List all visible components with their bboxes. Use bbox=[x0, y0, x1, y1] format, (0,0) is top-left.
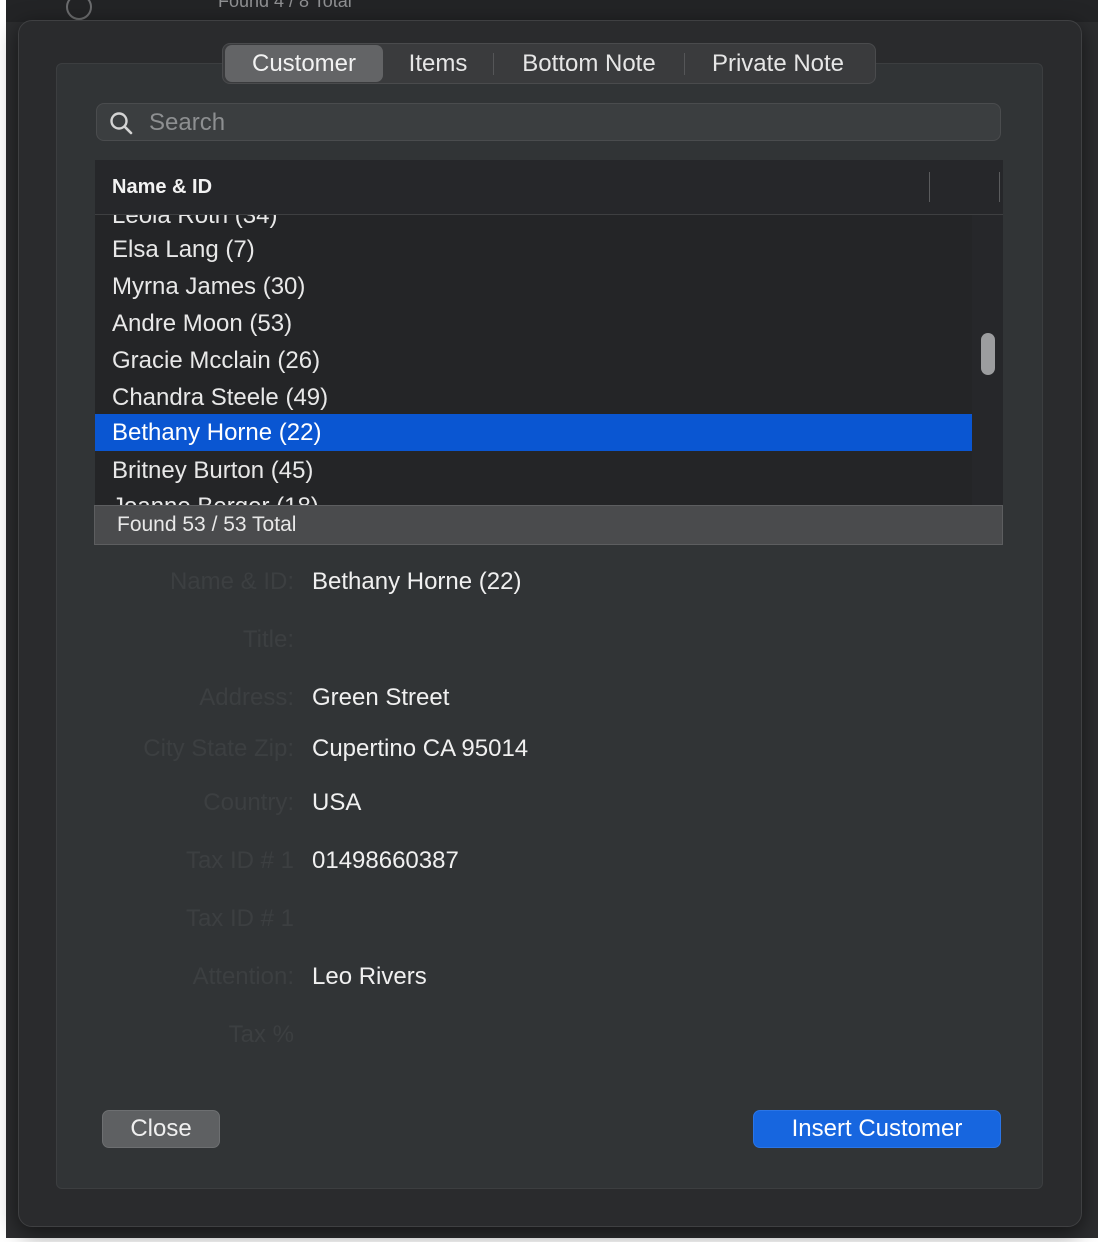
country-value: USA bbox=[312, 789, 362, 816]
customer-table: Name & ID Leola Roth (34) Elsa Lang (7) … bbox=[95, 160, 1003, 505]
tab-bottom-note[interactable]: Bottom Note bbox=[494, 45, 684, 82]
search-field[interactable] bbox=[96, 103, 1001, 142]
table-row[interactable]: Gracie Mcclain (26) bbox=[95, 342, 972, 379]
attention-label: Attention: bbox=[192, 963, 294, 990]
vertical-scrollbar[interactable] bbox=[972, 215, 1003, 505]
results-count: Found 53 / 53 Total bbox=[94, 505, 1003, 545]
column-divider bbox=[929, 172, 930, 202]
table-row-selected[interactable]: Bethany Horne (22) bbox=[95, 414, 972, 451]
table-row[interactable]: Chandra Steele (49) bbox=[95, 379, 972, 416]
table-row[interactable]: Myrna James (30) bbox=[95, 268, 972, 305]
name-id-label: Name & ID: bbox=[169, 568, 294, 595]
tax-id-1-value: 01498660387 bbox=[312, 847, 459, 874]
table-header: Name & ID bbox=[95, 160, 1003, 215]
column-header-name-id[interactable]: Name & ID bbox=[112, 176, 212, 199]
search-input[interactable] bbox=[147, 104, 991, 142]
tab-bar: Customer Items Bottom Note Private Note bbox=[222, 43, 876, 84]
tax-percent-label: Tax % bbox=[228, 1021, 294, 1048]
tax-id-1-label: Tax ID # 1 bbox=[185, 847, 294, 874]
address-value: Green Street bbox=[312, 684, 450, 711]
title-label: Title: bbox=[242, 626, 294, 653]
toolbar-found-count: Found 4 / 8 Total bbox=[218, 0, 352, 11]
tax-id-2-label: Tax ID # 1 bbox=[185, 905, 294, 932]
name-id-value: Bethany Horne (22) bbox=[312, 568, 522, 595]
city-state-zip-value: Cupertino CA 95014 bbox=[312, 735, 529, 762]
table-row[interactable]: Elsa Lang (7) bbox=[95, 231, 972, 268]
close-button[interactable]: Close bbox=[102, 1110, 220, 1148]
city-state-zip-label: City State Zip: bbox=[143, 735, 294, 762]
country-label: Country: bbox=[203, 789, 294, 816]
table-rows: Leola Roth (34) Elsa Lang (7) Myrna Jame… bbox=[95, 215, 972, 505]
tab-customer[interactable]: Customer bbox=[225, 45, 383, 82]
address-label: Address: bbox=[199, 684, 294, 711]
table-row[interactable]: Joanne Berger (18) bbox=[95, 488, 972, 505]
search-icon bbox=[109, 111, 133, 140]
attention-value: Leo Rivers bbox=[312, 963, 427, 990]
tab-private-note[interactable]: Private Note bbox=[685, 45, 871, 82]
insert-customer-button[interactable]: Insert Customer bbox=[753, 1110, 1001, 1148]
table-row[interactable]: Britney Burton (45) bbox=[95, 452, 972, 489]
toolbar-control-icon bbox=[66, 0, 92, 20]
scrollbar-thumb[interactable] bbox=[981, 333, 995, 375]
table-row[interactable]: Andre Moon (53) bbox=[95, 305, 972, 342]
column-divider bbox=[999, 172, 1000, 202]
app-toolbar-backdrop: Found 4 / 8 Total bbox=[6, 0, 1098, 22]
tab-items[interactable]: Items bbox=[383, 45, 493, 82]
